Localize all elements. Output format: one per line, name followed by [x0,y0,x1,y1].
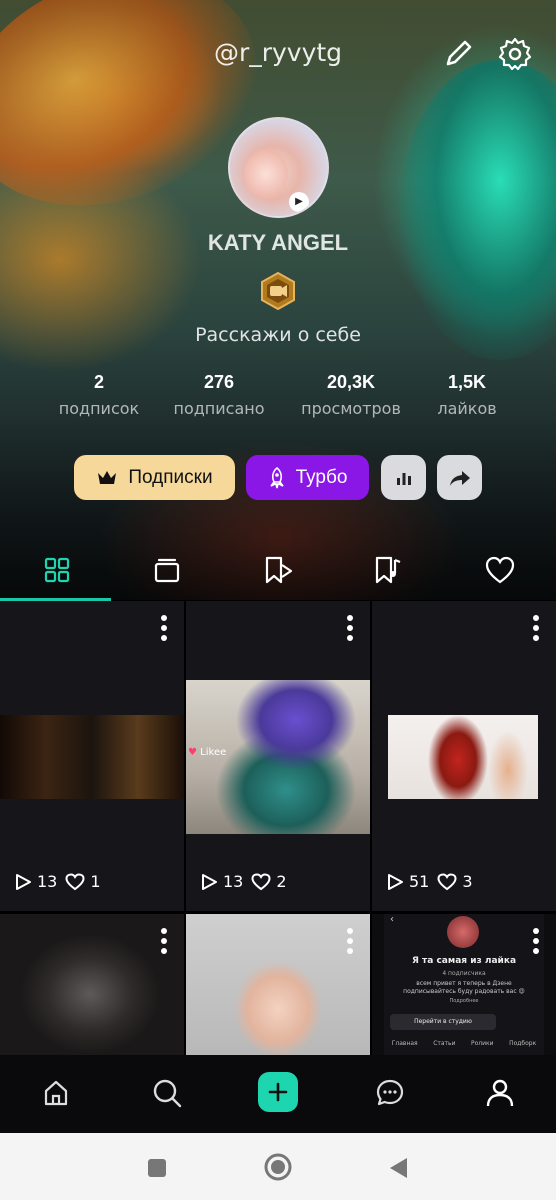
tab-liked[interactable] [470,545,530,595]
video-tile[interactable]: ♥ Likee 13 2 [186,601,370,911]
back-arrow-icon: ‹ [390,914,394,925]
heart-icon [251,872,271,890]
tab-saved-music[interactable] [358,545,418,595]
avatar[interactable]: ▶ [228,117,329,218]
nav-messages[interactable] [370,1073,410,1113]
stat-subscriptions[interactable]: 2 подписок [34,372,164,418]
more-options-icon[interactable] [532,928,540,956]
nav-home[interactable] [36,1073,76,1113]
play-icon: ▶ [289,192,309,212]
stats-row: 2 подписок 276 подписано 20,3K просмотро… [0,372,556,424]
video-stats: 13 2 [200,872,295,891]
nav-create-button[interactable] [258,1072,298,1112]
video-tile[interactable]: ‹ Я та самая из лайка 4 подписчика всем … [372,914,556,1055]
hexagon-badge-icon [261,271,295,311]
bottom-navigation [0,1055,556,1133]
heart-icon [437,872,457,890]
more-options-icon[interactable] [346,615,354,643]
video-thumbnail [186,914,370,1055]
video-thumbnail: ♥ Likee [186,680,370,834]
level-badge[interactable] [260,271,296,311]
video-thumbnail [0,914,184,1055]
nav-profile[interactable] [480,1073,520,1113]
action-buttons: Подписки Турбо [0,455,556,500]
search-icon [153,1079,182,1108]
more-options-icon[interactable] [160,928,168,956]
rocket-icon [268,466,286,489]
gear-icon [498,37,532,71]
heart-icon [65,872,85,890]
video-grid: 13 1 ♥ Likee 13 2 51 3 ‹ Я та самая из л… [0,601,556,1055]
tab-collections[interactable] [137,545,197,595]
pencil-icon [446,40,472,66]
circle-icon [264,1153,292,1181]
play-icon [388,873,403,890]
crown-icon [96,469,118,487]
heart-icon [485,556,515,584]
likee-watermark: ♥ Likee [188,747,227,758]
bio-placeholder[interactable]: Расскажи о себе [0,324,556,346]
channel-avatar [447,916,479,948]
bookmark-music-icon [375,556,401,584]
play-icon [16,873,31,890]
back-button[interactable] [385,1155,411,1181]
grid-icon [44,557,70,583]
collection-icon [154,558,180,583]
subscriptions-button[interactable]: Подписки [74,455,235,500]
bar-chart-icon [396,472,411,485]
video-thumbnail [388,715,538,799]
share-button[interactable] [437,455,482,500]
home-button[interactable] [263,1152,293,1182]
display-name: KATY ANGEL [207,230,349,255]
more-options-icon[interactable] [346,928,354,956]
add-icon [268,1082,288,1102]
bookmark-play-icon [265,556,293,584]
stat-likes[interactable]: 1,5K лайков [402,372,532,418]
video-thumbnail: ‹ Я та самая из лайка 4 подписчика всем … [384,914,544,1055]
video-tile[interactable]: 51 3 [372,601,556,911]
video-tile[interactable]: 13 1 [0,601,184,911]
profile-icon [486,1079,514,1107]
stat-views[interactable]: 20,3K просмотров [286,372,416,418]
nav-search[interactable] [147,1073,187,1113]
home-icon [44,1080,68,1106]
statistics-button[interactable] [381,455,426,500]
system-navigation-bar [0,1133,556,1200]
video-stats: 51 3 [386,872,481,891]
square-icon [148,1159,166,1177]
more-options-icon[interactable] [160,615,168,643]
tab-videos[interactable] [27,545,87,595]
recent-apps-button[interactable] [144,1155,170,1181]
tab-saved-videos[interactable] [248,545,308,595]
turbo-button[interactable]: Турбо [246,455,369,500]
more-options-icon[interactable] [532,615,540,643]
settings-button[interactable] [497,36,533,72]
edit-profile-button[interactable] [442,36,476,70]
back-triangle-icon [390,1158,407,1178]
chat-icon [376,1079,404,1106]
share-arrow-icon [449,470,470,486]
video-tile[interactable] [186,914,370,1055]
video-stats: 13 1 [14,872,109,891]
profile-tabs [0,545,556,601]
stat-followers[interactable]: 276 подписано [154,372,284,418]
video-tile[interactable] [0,914,184,1055]
play-icon [202,873,217,890]
video-thumbnail [0,715,184,799]
